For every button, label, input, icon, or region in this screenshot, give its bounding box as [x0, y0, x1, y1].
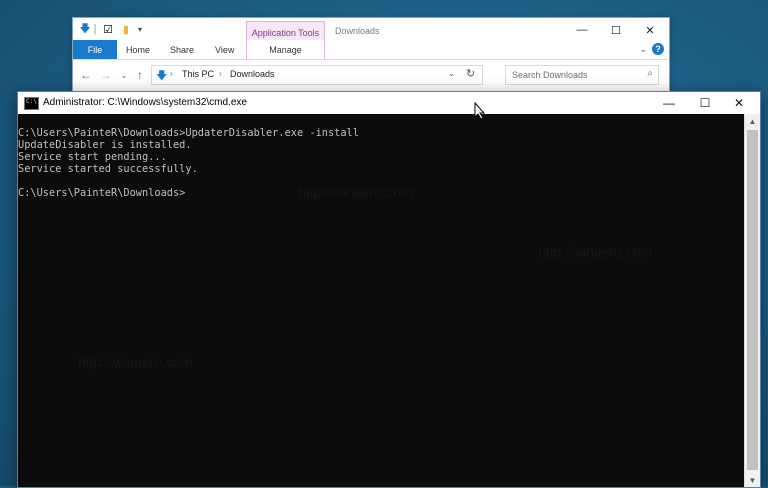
tab-home[interactable]: Home — [126, 40, 150, 59]
cmd-title: Administrator: C:\Windows\system32\cmd.e… — [43, 97, 247, 108]
minimize-button[interactable]: — — [565, 21, 599, 39]
address-row: ← → ⌄ ↑ 🡇 › This PC › Downloads ⌄ ↻ Sear… — [73, 62, 669, 88]
console-line: Service started successfully. — [18, 163, 198, 175]
address-bar[interactable]: 🡇 › This PC › Downloads ⌄ ↻ — [151, 65, 483, 85]
vertical-scrollbar[interactable]: ▲ ▼ — [744, 114, 760, 487]
quick-access-dropdown-icon[interactable]: ▾ — [135, 22, 145, 36]
maximize-button[interactable]: ☐ — [599, 21, 633, 39]
tab-share[interactable]: Share — [170, 40, 194, 59]
explorer-title: Downloads — [335, 26, 380, 36]
watermark: http://winaero.com — [538, 244, 652, 260]
console-prompt: C:\Users\PainteR\Downloads> — [18, 187, 186, 199]
recent-locations-icon[interactable]: ⌄ — [117, 68, 131, 82]
cmd-title-bar[interactable]: C:\ Administrator: C:\Windows\system32\c… — [18, 92, 760, 114]
breadcrumb-this-pc[interactable]: This PC — [182, 69, 214, 79]
mouse-cursor-icon — [474, 102, 486, 120]
explorer-title-bar[interactable]: 🡇 | ☑ ▮ ▾ Application Tools Downloads — … — [73, 18, 669, 59]
cmd-window[interactable]: C:\ Administrator: C:\Windows\system32\c… — [17, 91, 761, 488]
forward-button[interactable]: → — [99, 68, 113, 82]
tab-manage[interactable]: Manage — [247, 40, 324, 59]
address-dropdown-icon[interactable]: ⌄ — [448, 69, 455, 78]
properties-icon[interactable]: ☑ — [101, 22, 115, 36]
file-explorer-window[interactable]: 🡇 | ☑ ▮ ▾ Application Tools Downloads — … — [72, 17, 670, 99]
search-placeholder: Search Downloads — [512, 70, 588, 80]
watermark: http://winaero.com — [298, 184, 412, 200]
tab-view[interactable]: View — [215, 40, 234, 59]
maximize-button[interactable]: ☐ — [688, 92, 722, 114]
chevron-right-icon: › — [170, 69, 173, 78]
chevron-right-icon: › — [219, 69, 222, 78]
scrollbar-thumb[interactable] — [747, 130, 758, 470]
ribbon-tabs: File Home Share View Manage ⌄ ? — [73, 40, 669, 60]
close-button[interactable]: ✕ — [722, 92, 756, 114]
separator: | — [93, 23, 97, 35]
search-icon: ⌕ — [647, 68, 653, 79]
new-folder-icon[interactable]: ▮ — [119, 22, 133, 36]
console-output[interactable]: C:\Users\PainteR\Downloads>UpdaterDisabl… — [18, 114, 744, 487]
back-button[interactable]: ← — [79, 68, 93, 82]
breadcrumb-downloads[interactable]: Downloads — [230, 69, 275, 79]
help-icon[interactable]: ? — [652, 43, 664, 55]
console-line: UpdateDisabler is installed. — [18, 139, 192, 151]
scroll-down-icon[interactable]: ▼ — [745, 473, 760, 487]
console-line: Service start pending... — [18, 151, 167, 163]
scroll-up-icon[interactable]: ▲ — [745, 114, 760, 128]
search-input[interactable]: Search Downloads ⌕ — [505, 65, 659, 85]
up-button[interactable]: ↑ — [133, 68, 147, 82]
expand-ribbon-icon[interactable]: ⌄ — [639, 44, 647, 55]
watermark: http://winaero.com — [78, 354, 192, 370]
minimize-button[interactable]: — — [652, 92, 686, 114]
tab-file[interactable]: File — [73, 40, 117, 59]
download-arrow-icon[interactable]: 🡇 — [79, 22, 91, 36]
refresh-icon[interactable]: ↻ — [466, 67, 475, 80]
downloads-folder-icon: 🡇 — [156, 70, 168, 82]
console-line: C:\Users\PainteR\Downloads>UpdaterDisabl… — [18, 127, 359, 139]
close-button[interactable]: ✕ — [633, 21, 667, 39]
application-tools-label: Application Tools — [251, 28, 320, 38]
cmd-app-icon: C:\ — [24, 97, 39, 110]
